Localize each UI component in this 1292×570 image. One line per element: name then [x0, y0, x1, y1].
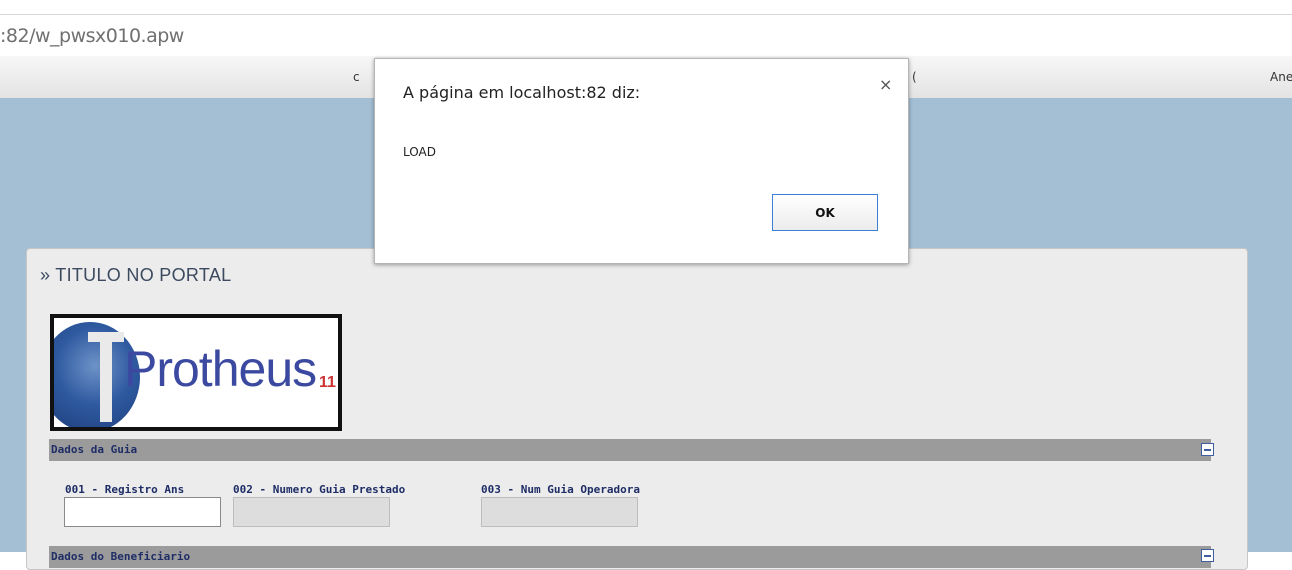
portal-content-panel: » TITULO NO PORTAL Protheus 11 Dados da …: [26, 248, 1248, 570]
collapse-section-icon[interactable]: [1201, 443, 1214, 456]
num-guia-operadora-input[interactable]: [481, 497, 638, 527]
ok-button[interactable]: OK: [772, 194, 878, 231]
field-label-numero-guia-prestado: 002 - Numero Guia Prestado: [233, 483, 406, 496]
section-header-dados-do-beneficiario: Dados do Beneficiario: [49, 546, 1211, 568]
menu-item-partial-mid[interactable]: (: [912, 70, 917, 84]
numero-guia-prestado-input[interactable]: [233, 497, 390, 527]
dialog-message: LOAD: [403, 145, 436, 159]
menu-item-partial-right[interactable]: Ane: [1270, 70, 1292, 84]
field-label-registro-ans: 001 - Registro Ans: [65, 483, 185, 496]
field-label-num-guia-operadora: 003 - Num Guia Operadora: [481, 483, 640, 496]
address-bar[interactable]: :82/w_pwsx010.apw: [0, 14, 1292, 55]
logo-version: 11: [319, 374, 336, 391]
section-label: Dados da Guia: [51, 443, 138, 456]
close-icon[interactable]: ×: [879, 75, 892, 94]
section-header-dados-da-guia: Dados da Guia: [49, 439, 1211, 461]
collapse-section-icon[interactable]: [1201, 549, 1214, 562]
url-text[interactable]: :82/w_pwsx010.apw: [0, 25, 184, 47]
alert-dialog: A página em localhost:82 diz: × LOAD OK: [374, 58, 909, 264]
page-title: » TITULO NO PORTAL: [40, 265, 232, 285]
menu-item-partial-left[interactable]: c: [353, 70, 360, 84]
logo-text: Protheus: [124, 341, 317, 397]
t-letter-icon: [88, 332, 124, 422]
registro-ans-input[interactable]: [64, 497, 221, 527]
dialog-title: A página em localhost:82 diz:: [403, 83, 641, 102]
protheus-logo: Protheus 11: [50, 314, 342, 431]
